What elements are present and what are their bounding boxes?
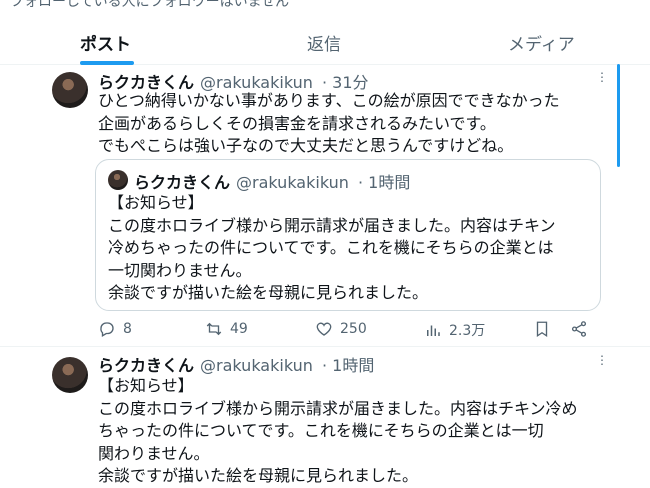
quoted-post-text: 【お知らせ】 この度ホロライブ様から開示請求が届きました。内容はチキン 冷めちゃ… — [108, 192, 556, 305]
heart-icon — [316, 322, 332, 336]
profile-tabs: ポスト 返信 メディア — [0, 20, 650, 65]
views-button[interactable]: 2.3万 — [424, 320, 485, 340]
post-time[interactable]: · 1時間 — [322, 356, 374, 375]
post-text-line: 【お知らせ】 — [98, 376, 194, 395]
analytics-icon — [427, 325, 440, 336]
repost-button[interactable]: 49 — [205, 320, 248, 338]
avatar[interactable] — [52, 72, 88, 108]
bookmark-button[interactable] — [533, 320, 551, 338]
more-options-icon[interactable]: ⋮ — [594, 353, 610, 369]
share-button[interactable] — [570, 320, 588, 338]
tab-posts[interactable]: ポスト — [80, 30, 131, 55]
post-actions: 8 49 250 2.3万 — [0, 320, 650, 344]
quoted-user-handle: @rakukakikun — [236, 173, 349, 192]
quoted-avatar — [108, 170, 128, 190]
post-text: ひとつ納得いかない事があります、この絵が原因でできなかった 企画があるらしくその… — [98, 90, 560, 158]
quoted-post-header: らクカきくん @rakukakikun · 1時間 — [134, 169, 410, 193]
share-icon — [571, 321, 587, 337]
post-text-line: でもぺこらは強い子なので大丈夫だと思うんですけどね。 — [98, 136, 514, 155]
post-text-line: ちゃったの件についてです。これを機にそちらの企業とは一切 — [98, 421, 544, 440]
quoted-text-line: 【お知らせ】 — [108, 193, 204, 212]
reply-icon — [100, 322, 114, 337]
view-count: 2.3万 — [449, 323, 486, 339]
user-handle[interactable]: @rakukakikun — [200, 356, 313, 375]
repost-icon — [206, 322, 222, 336]
repost-count: 49 — [230, 321, 248, 337]
post-text-line: 企画があるらしくその損害金を請求されるみたいです。 — [98, 113, 496, 133]
like-button[interactable]: 250 — [315, 320, 367, 338]
quoted-text-line: 冷めちゃったの件についてです。これを機にそちらの企業とは — [108, 238, 554, 257]
reply-button[interactable]: 8 — [98, 320, 132, 338]
quoted-text-line: 一切関わりません。 — [108, 260, 252, 280]
quoted-display-name: らクカきくん — [134, 173, 231, 192]
post-header: らクカきくん @rakukakikun · 1時間 — [98, 352, 374, 376]
avatar[interactable] — [52, 357, 88, 393]
reply-count: 8 — [123, 321, 132, 337]
tab-media[interactable]: メディア — [508, 30, 575, 55]
bookmark-icon — [536, 321, 548, 338]
follow-info-text: フォローしている人にフォロワーはいません — [10, 0, 290, 10]
quoted-post[interactable]: らクカきくん @rakukakikun · 1時間 【お知らせ】 この度ホロライブ… — [95, 159, 601, 311]
more-options-icon[interactable]: ⋮ — [594, 70, 610, 86]
post[interactable]: らクカきくん @rakukakikun · 31分 ⋮ ひとつ納得いかない事があり… — [0, 64, 650, 347]
like-count: 250 — [340, 321, 367, 337]
quoted-text-line: 余談ですが描いた絵を母親に見られました。 — [108, 283, 429, 302]
post-text-line: 関わりません。 — [98, 443, 210, 463]
post-text-line: ひとつ納得いかない事があります、この絵が原因でできなかった — [98, 91, 560, 110]
post[interactable]: らクカきくん @rakukakikun · 1時間 ⋮ 【お知らせ】 この度ホロラ… — [0, 347, 650, 487]
post-text-line: この度ホロライブ様から開示請求が届きました。内容はチキン冷め — [98, 398, 578, 418]
post-text-line: 余談ですが描いた絵を母親に見られました。 — [98, 466, 419, 485]
display-name[interactable]: らクカきくん — [98, 356, 194, 375]
quoted-text-line: この度ホロライブ様から開示請求が届きました。内容はチキン — [108, 215, 556, 235]
quoted-post-time: · 1時間 — [357, 173, 411, 192]
tab-replies[interactable]: 返信 — [307, 30, 341, 55]
post-text: 【お知らせ】 この度ホロライブ様から開示請求が届きました。内容はチキン冷め ちゃ… — [98, 375, 578, 488]
